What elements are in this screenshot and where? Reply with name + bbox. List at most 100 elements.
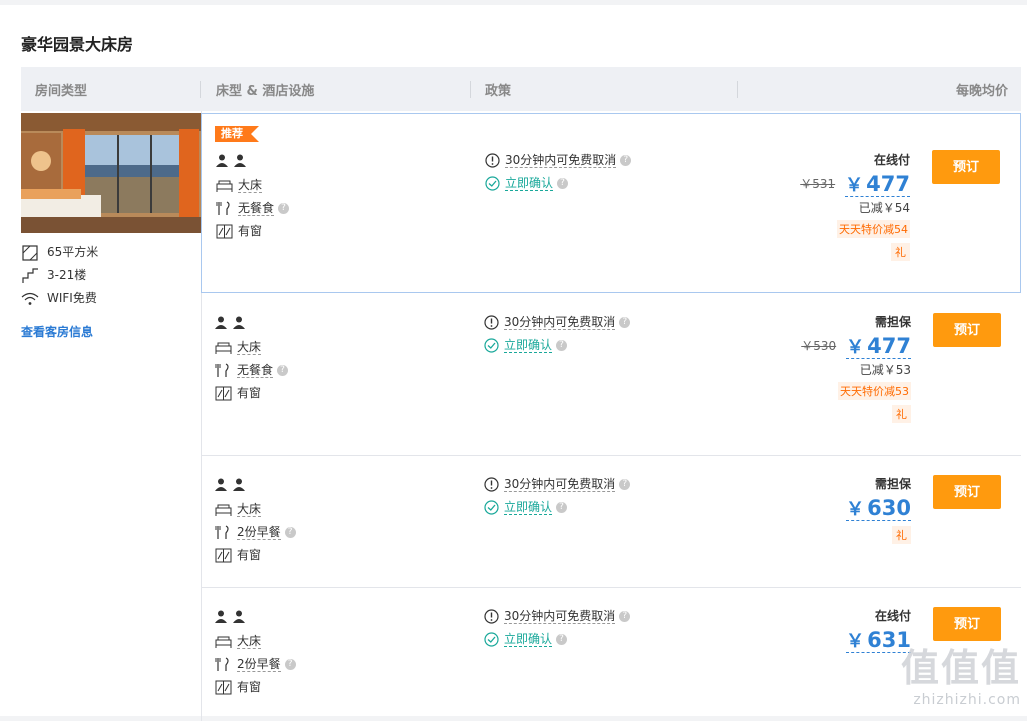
check-circle-icon [484,632,499,647]
reduced-amount: 已减￥53 [859,363,911,377]
occupancy-icon [215,610,249,628]
current-price[interactable]: ￥ 477 [845,172,910,197]
window-info: 有窗 [216,222,262,239]
floor-icon [21,267,39,284]
occupancy-icon [215,316,249,334]
cutlery-icon [215,657,232,672]
header-room-type: 房间类型 [35,84,88,99]
pay-type: 在线付 [874,609,911,623]
confirm-policy: 立即确认? [485,174,569,191]
facility-area: 65平方米 [21,243,98,261]
header-divider [470,81,471,98]
cancel-policy: 30分钟内可免费取消? [485,151,632,168]
help-icon[interactable]: ? [284,659,296,670]
alert-circle-icon [484,477,499,492]
promo-tag[interactable]: 天天特价减53 [838,382,911,400]
confirm-policy: 立即确认? [484,630,568,647]
header-divider [200,81,201,98]
bed-icon [215,340,232,355]
room-photo[interactable] [21,113,201,233]
help-icon[interactable]: ? [620,155,632,166]
alert-circle-icon [484,609,499,624]
window-info: 有窗 [215,678,261,695]
header-divider [737,81,738,98]
bed-type: 大床 [215,338,262,355]
meal-info: 2份早餐? [215,523,296,540]
table-header: 房间类型 床型 & 酒店设施 政策 每晚均价 [21,67,1021,111]
bed-type: 大床 [215,500,262,517]
cutlery-icon [215,363,232,378]
room-title: 豪华园景大床房 [21,35,134,54]
cutlery-icon [216,201,233,216]
reduced-amount: 已减￥54 [858,201,910,215]
pay-type: 需担保 [874,315,911,329]
rate-row: 大床 无餐食? 有窗 30分钟内可免费取消? 立即确认? 需担保 ￥530 ￥ 47… [201,294,1021,456]
bed-icon [216,178,233,193]
cutlery-icon [215,525,232,540]
help-icon[interactable]: ? [278,203,290,214]
area-icon [21,244,39,261]
facility-wifi: WIFI免费 [21,289,97,307]
original-price: ￥531 [800,177,836,191]
meal-info: 2份早餐? [215,655,296,672]
window-icon [216,224,233,239]
book-button[interactable]: 预订 [933,475,1001,509]
price-block: 在线付 ￥531 ￥ 477 已减￥54 天天特价减54 礼 [800,151,910,261]
help-icon[interactable]: ? [277,365,289,376]
occupancy-icon [216,154,250,172]
window-icon [215,680,232,695]
view-room-info-link[interactable]: 查看客房信息 [21,323,93,340]
confirm-policy: 立即确认? [484,336,568,353]
promo-tag[interactable]: 天天特价减54 [837,220,910,238]
confirm-policy: 立即确认? [484,498,568,515]
help-icon[interactable]: ? [556,634,568,645]
help-icon[interactable]: ? [556,502,568,513]
window-icon [215,548,232,563]
rate-row: 推荐 大床 无餐食? 有窗 30分钟内可免费取消? 立即确认? 在线付 ￥531… [201,113,1021,293]
cancel-policy: 30分钟内可免费取消? [484,313,631,330]
help-icon[interactable]: ? [557,178,569,189]
bed-type: 大床 [215,632,262,649]
pay-type: 需担保 [874,477,911,491]
book-button[interactable]: 预订 [932,150,1000,184]
header-avg-price: 每晚均价 [955,84,1008,99]
price-block: 需担保 ￥ 630 礼 [846,475,911,544]
book-button[interactable]: 预订 [933,313,1001,347]
watermark-url: zhizhizhi.com [913,692,1021,708]
gift-tag[interactable]: 礼 [892,405,911,423]
rate-row: 大床 2份早餐? 有窗 30分钟内可免费取消? 立即确认? 需担保 ￥ 630 礼… [201,456,1021,588]
price-block: 需担保 ￥530 ￥ 477 已减￥53 天天特价减53 礼 [801,313,911,423]
gift-tag[interactable]: 礼 [891,243,910,261]
rate-row: 大床 2份早餐? 有窗 30分钟内可免费取消? 立即确认? 在线付 ￥ 631 预… [201,588,1021,721]
gift-tag[interactable]: 礼 [892,526,911,544]
bed-icon [215,634,232,649]
alert-circle-icon [485,153,500,168]
window-info: 有窗 [215,384,261,401]
check-circle-icon [484,338,499,353]
help-icon[interactable]: ? [619,317,631,328]
site-watermark: 值值值 zhizhizhi.com [901,637,1021,708]
meal-info: 无餐食? [215,361,289,378]
pay-type: 在线付 [873,153,910,167]
check-circle-icon [485,176,500,191]
help-icon[interactable]: ? [619,611,631,622]
check-circle-icon [484,500,499,515]
cancel-policy: 30分钟内可免费取消? [484,607,631,624]
occupancy-icon [215,478,249,496]
facility-floor: 3-21楼 [21,266,86,284]
bed-icon [215,502,232,517]
header-policy: 政策 [485,84,512,99]
current-price[interactable]: ￥ 630 [846,496,911,521]
window-icon [215,386,232,401]
book-button[interactable]: 预订 [933,607,1001,641]
cancel-policy: 30分钟内可免费取消? [484,475,631,492]
help-icon[interactable]: ? [619,479,631,490]
meal-info: 无餐食? [216,199,290,216]
recommend-badge: 推荐 [215,126,259,142]
watermark-logo: 值值值 [900,646,1021,690]
current-price[interactable]: ￥ 477 [846,334,911,359]
help-icon[interactable]: ? [556,340,568,351]
window-info: 有窗 [215,546,261,563]
help-icon[interactable]: ? [284,527,296,538]
bed-type: 大床 [216,176,263,193]
